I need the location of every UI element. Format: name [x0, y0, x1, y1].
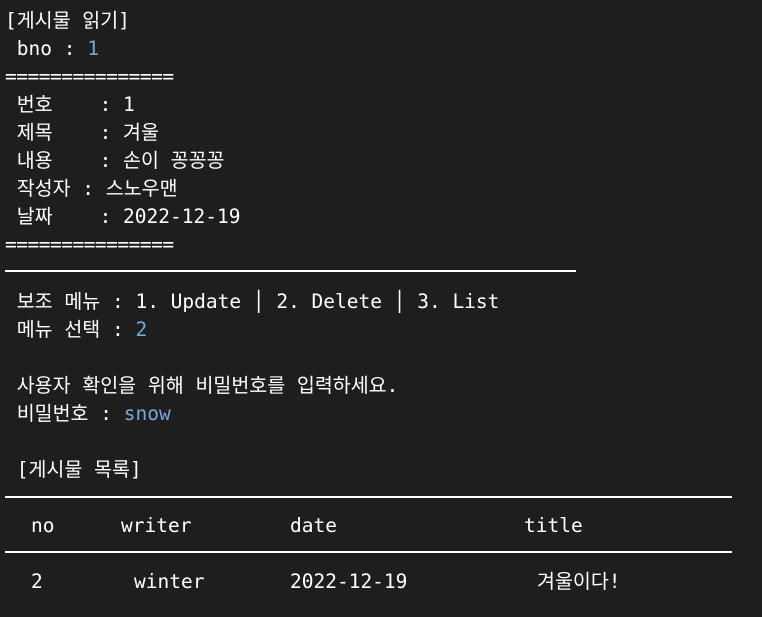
separator-top: ===============	[5, 65, 174, 88]
read-header: [게시물 읽기]	[5, 9, 130, 32]
cell-title: 겨울이다!	[537, 570, 621, 593]
table-top-border	[5, 496, 732, 498]
console-output: [게시물 읽기] bno : 1 =============== 번호 : 1 …	[0, 0, 762, 617]
bno-input-value: 1	[87, 37, 99, 60]
column-header-no: no	[31, 514, 55, 537]
auth-message: 사용자 확인을 위해 비밀번호를 입력하세요.	[5, 374, 399, 397]
password-line: 비밀번호 : snow	[5, 400, 171, 428]
field-number: 번호 : 1	[5, 93, 135, 116]
cell-no: 2	[31, 570, 43, 593]
field-writer: 작성자 : 스노우맨	[5, 177, 178, 200]
bno-prompt: bno :	[5, 37, 88, 60]
field-title: 제목 : 겨울	[5, 121, 159, 144]
column-header-title: title	[524, 514, 583, 537]
bno-line: bno : 1	[5, 35, 99, 63]
separator-bottom: ===============	[5, 233, 174, 256]
menu-select-line: 메뉴 선택 : 2	[5, 316, 147, 344]
field-date: 날짜 : 2022-12-19	[5, 205, 241, 228]
menu-select-value: 2	[135, 318, 148, 341]
field-content: 내용 : 손이 꽁꽁꽁	[5, 149, 225, 172]
column-header-writer: writer	[121, 514, 192, 537]
sub-menu-line: 보조 메뉴 : 1. Update │ 2. Delete │ 3. List	[5, 290, 500, 313]
list-header: [게시물 목록]	[5, 458, 142, 481]
cell-date: 2022-12-19	[290, 570, 408, 593]
divider-line	[5, 270, 576, 272]
password-value: snow	[123, 402, 171, 425]
table-header-border	[5, 551, 732, 553]
cell-writer: winter	[134, 570, 205, 593]
column-header-date: date	[290, 514, 337, 537]
password-prompt: 비밀번호 :	[5, 402, 124, 425]
menu-select-prompt: 메뉴 선택 :	[5, 318, 136, 341]
